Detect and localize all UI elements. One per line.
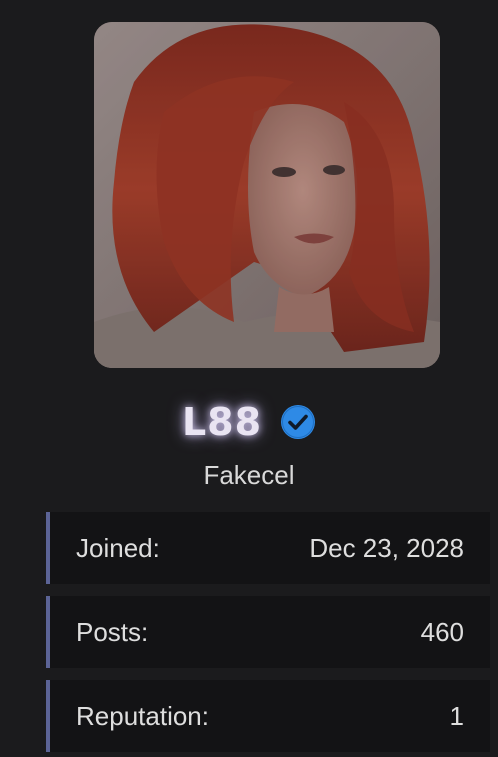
- stat-row-reputation: Reputation: 1: [46, 680, 490, 752]
- stat-row-joined: Joined: Dec 23, 2028: [46, 512, 490, 584]
- stat-label: Reputation:: [76, 700, 209, 731]
- avatar-image: [94, 22, 440, 368]
- user-title: Fakecel: [203, 460, 295, 490]
- stat-row-posts: Posts: 460: [46, 596, 490, 668]
- check-badge-icon: [280, 404, 316, 440]
- avatar[interactable]: [94, 22, 440, 368]
- stat-value[interactable]: 460: [421, 617, 464, 648]
- username[interactable]: L88: [182, 400, 262, 444]
- stat-value[interactable]: 1: [450, 701, 464, 732]
- profile-card: L88 Fakecel Joined: Dec 23, 2028 Posts: …: [0, 0, 498, 757]
- stat-label: Posts:: [76, 616, 149, 647]
- stat-value: Dec 23, 2028: [309, 532, 464, 563]
- username-row: L88: [0, 392, 498, 452]
- stat-label: Joined:: [76, 532, 160, 563]
